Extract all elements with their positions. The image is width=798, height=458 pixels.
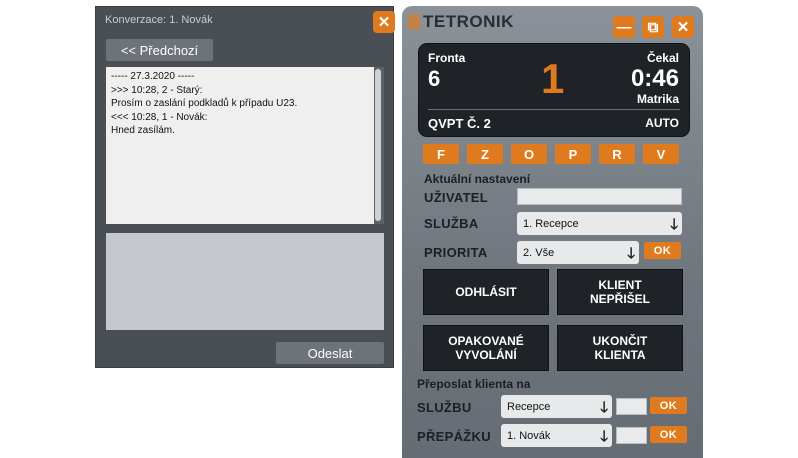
recall-button[interactable]: OPAKOVANÉ VYVOLÁNÍ [423,325,549,371]
service-label: SLUŽBA [424,216,479,231]
user-label: UŽIVATEL [424,190,489,205]
client-no-show-button[interactable]: KLIENT NEPŘIŠEL [557,269,683,315]
scrollbar-thumb[interactable] [375,69,381,221]
priority-select-value: 2. Vše [523,246,555,259]
forward-service-label: SLUŽBU [417,400,472,415]
close-icon: ✕ [377,14,391,31]
forward-desk-label: PŘEPÁŽKU [417,429,491,444]
forward-section-title: Přeposlat klienta na [417,377,531,391]
message-line: Hned zasílám. [111,125,175,136]
minimize-icon: — [616,18,632,36]
display-divider [428,109,680,110]
message-line: <<< 10:28, 1 - Novák: [111,111,208,123]
arrow-down-icon: 🡓 [670,216,678,233]
status-display: Fronta Čekal 6 1 0:46 Matrika QVPT Č. 2 … [418,43,690,137]
wait-time: 0:46 [630,65,679,92]
logo-text: TETRONIK [423,12,514,31]
arrow-down-icon: 🡓 [600,428,608,445]
send-button[interactable]: Odeslat [276,342,384,364]
letter-button-z[interactable]: Z [467,144,503,164]
mode-label: AUTO [645,116,679,130]
conversation-close-button[interactable]: ✕ [373,11,395,33]
message-line: Prosím o zaslání podkladů k případu U23. [111,98,298,109]
tetronik-panel: TETRONIK — ⧉ ✕ Fronta Čekal 6 1 0:46 Mat… [402,6,703,458]
letter-button-r[interactable]: R [599,144,635,164]
user-field[interactable] [517,188,682,205]
forward-desk-ok-button[interactable]: OK [650,426,687,443]
panel-close-button[interactable]: ✕ [672,16,694,38]
close-icon: ✕ [676,19,690,36]
message-line: ----- 27.3.2020 ----- [111,71,195,82]
service-select[interactable]: 1. Recepce 🡓 [517,212,682,235]
priority-label: PRIORITA [424,245,488,260]
letter-button-f[interactable]: F [423,144,459,164]
letter-button-p[interactable]: P [555,144,591,164]
logout-button[interactable]: ODHLÁSIT [423,269,549,315]
conversation-window: Konverzace: 1. Novák ✕ << Předchozí ----… [95,6,395,368]
conversation-title: Konverzace: 1. Novák [105,14,213,26]
logo-mark-icon [408,15,420,29]
priority-select[interactable]: 2. Vše 🡓 [517,241,639,264]
tetronik-logo: TETRONIK [408,12,514,32]
restore-button[interactable]: ⧉ [642,16,664,38]
queue-count: 6 [428,66,441,91]
history-scrollbar[interactable] [374,67,384,224]
message-history: ----- 27.3.2020 ----- >>> 10:28, 2 - Sta… [106,67,374,224]
forward-service-select[interactable]: Recepce 🡓 [501,395,612,418]
restore-icon: ⧉ [647,18,659,36]
previous-button[interactable]: << Předchozí [106,39,213,61]
forward-desk-select[interactable]: 1. Novák 🡓 [501,424,612,447]
arrow-down-icon: 🡓 [627,245,635,262]
letter-button-v[interactable]: V [643,144,679,164]
message-compose-input[interactable] [106,233,384,330]
finish-client-button[interactable]: UKONČIT KLIENTA [557,325,683,371]
current-ticket-number: 1 [541,55,565,102]
wait-label: Čekal [646,51,679,65]
letter-buttons: F Z O P R V [423,144,679,164]
forward-service-number-field[interactable] [616,398,647,415]
letter-button-o[interactable]: O [511,144,547,164]
forward-desk-value: 1. Novák [507,429,551,442]
forward-service-ok-button[interactable]: OK [650,397,687,414]
queue-label: Fronta [428,51,466,65]
arrow-down-icon: 🡓 [600,399,608,416]
service-name: Matrika [636,92,679,106]
priority-ok-button[interactable]: OK [644,242,681,259]
minimize-button[interactable]: — [613,16,635,38]
counter-label: QVPT Č. 2 [428,116,491,131]
forward-service-value: Recepce [507,400,551,413]
settings-section-title: Aktuální nastavení [424,172,531,186]
forward-desk-number-field[interactable] [616,427,647,444]
message-line: >>> 10:28, 2 - Starý: [111,84,203,96]
service-select-value: 1. Recepce [523,217,579,230]
